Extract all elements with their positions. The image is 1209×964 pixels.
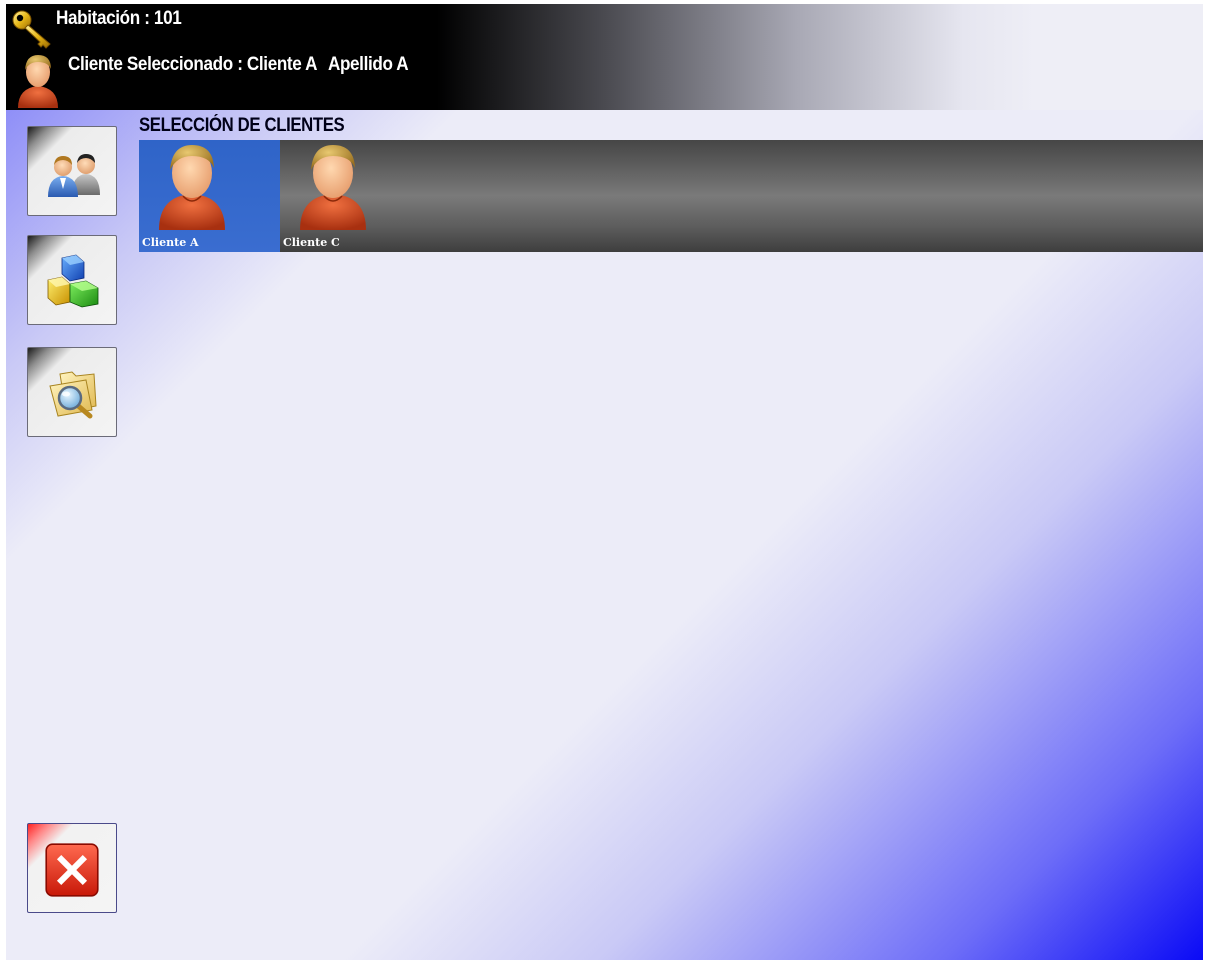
- client-avatar-icon: [300, 145, 366, 230]
- client-avatar-icon: [18, 55, 58, 108]
- cubes-icon: [47, 254, 99, 308]
- folder-search-icon: [49, 371, 97, 419]
- search-button[interactable]: [27, 347, 117, 437]
- close-button[interactable]: [27, 823, 117, 913]
- section-title: SELECCIÓN DE CLIENTES: [139, 115, 345, 136]
- client-tile-c[interactable]: Cliente C: [280, 140, 421, 252]
- client-avatar-icon: [159, 145, 225, 230]
- selected-client-label: Cliente Seleccionado : Cliente A Apellido…: [68, 54, 409, 78]
- app-window: Habitación : 101 Cliente Seleccionado : …: [6, 4, 1203, 960]
- client-tile-label: Cliente C: [283, 236, 340, 249]
- client-tile-label: Cliente A: [142, 236, 199, 249]
- room-label: Habitación : 101: [56, 8, 182, 29]
- client-list: Cliente A Cliente C: [139, 140, 1203, 252]
- products-button[interactable]: [27, 235, 117, 325]
- selected-client-surname: Apellido A: [327, 54, 409, 75]
- close-icon: [45, 843, 99, 897]
- users-icon: [48, 154, 100, 197]
- clients-button[interactable]: [27, 126, 117, 216]
- selected-client-name: Cliente Seleccionado : Cliente A: [68, 54, 318, 75]
- client-tile-a[interactable]: Cliente A: [139, 140, 280, 252]
- header-bar: Habitación : 101 Cliente Seleccionado : …: [6, 4, 1203, 110]
- key-icon: [12, 10, 51, 49]
